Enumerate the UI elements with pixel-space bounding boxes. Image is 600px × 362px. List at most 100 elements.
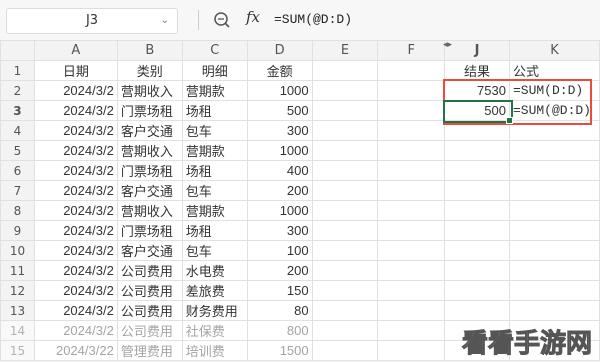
cell-formula-text[interactable]: =SUM(@D:D) (508, 100, 600, 121)
cell-detail[interactable]: 水电费 (181, 260, 248, 281)
cell-empty[interactable] (377, 160, 446, 181)
cell-empty[interactable] (377, 220, 446, 241)
row-header[interactable]: 13 (0, 300, 35, 321)
cell-category[interactable]: 门票场租 (116, 160, 183, 181)
cell-date[interactable]: 2024/3/2 (33, 180, 118, 201)
cell-formula-text[interactable]: =SUM(D:D) (508, 80, 600, 101)
chevron-down-icon[interactable]: ⌄ (161, 9, 169, 33)
cell-detail[interactable]: 场租 (181, 160, 248, 181)
cell-date[interactable]: 2024/3/22 (33, 340, 118, 361)
row-header[interactable]: 11 (0, 260, 35, 281)
cell-date[interactable]: 2024/3/2 (33, 260, 118, 281)
row-header[interactable]: 6 (0, 160, 35, 181)
cell-result[interactable] (444, 280, 510, 301)
cell-amount[interactable]: 200 (246, 180, 313, 201)
cell-category[interactable]: 管理费用 (116, 340, 183, 361)
cell-date[interactable]: 2024/3/2 (33, 220, 118, 241)
cell-result[interactable] (444, 160, 510, 181)
cell-empty[interactable] (311, 300, 379, 321)
cell-empty[interactable] (311, 240, 379, 261)
row-header[interactable]: 7 (0, 180, 35, 201)
cell-result[interactable]: 结果 (444, 60, 510, 81)
cell-result[interactable] (444, 260, 510, 281)
cell-date[interactable]: 2024/3/2 (33, 320, 118, 341)
cell-detail[interactable]: 包车 (181, 240, 248, 261)
formula-input[interactable]: =SUM(@D:D) (274, 8, 594, 32)
cell-amount[interactable]: 800 (246, 320, 313, 341)
cell-formula-text[interactable]: 公式 (508, 60, 600, 81)
cell-empty[interactable] (377, 240, 446, 261)
cell-empty[interactable] (377, 120, 446, 141)
row-header[interactable]: 2 (0, 80, 35, 101)
cell-formula-text[interactable] (508, 120, 600, 141)
cell-date[interactable]: 2024/3/2 (33, 280, 118, 301)
column-header-d[interactable]: D (246, 40, 313, 61)
name-box[interactable]: J3 ⌄ (6, 8, 178, 34)
cell-amount[interactable]: 80 (246, 300, 313, 321)
row-header[interactable]: 9 (0, 220, 35, 241)
cell-empty[interactable] (377, 100, 446, 121)
cell-result[interactable] (444, 220, 510, 241)
cell-amount[interactable]: 1000 (246, 140, 313, 161)
cell-empty[interactable] (311, 340, 379, 361)
row-header[interactable]: 14 (0, 320, 35, 341)
cell-empty[interactable] (311, 160, 379, 181)
cell-result[interactable] (444, 240, 510, 261)
cell-category[interactable]: 营期收入 (116, 200, 183, 221)
cell-detail[interactable]: 场租 (181, 100, 248, 121)
cell-category[interactable]: 营期收入 (116, 140, 183, 161)
cell-category[interactable]: 门票场租 (116, 220, 183, 241)
cell-empty[interactable] (311, 280, 379, 301)
cell-amount[interactable]: 1000 (246, 200, 313, 221)
cell-amount[interactable]: 1500 (246, 340, 313, 361)
cell-empty[interactable] (311, 320, 379, 341)
row-header[interactable]: 8 (0, 200, 35, 221)
cell-formula-text[interactable] (508, 160, 600, 181)
cell-category[interactable]: 公司费用 (116, 320, 183, 341)
cell-formula-text[interactable] (508, 240, 600, 261)
column-header-k[interactable]: K (508, 40, 600, 61)
column-header-c[interactable]: C (181, 40, 248, 61)
cell-date[interactable]: 2024/3/2 (33, 140, 118, 161)
cell-empty[interactable] (377, 80, 446, 101)
cell-empty[interactable] (311, 200, 379, 221)
cell-amount[interactable]: 1000 (246, 80, 313, 101)
cell-result[interactable] (444, 140, 510, 161)
column-header-a[interactable]: A (33, 40, 118, 61)
select-all-corner[interactable] (0, 40, 35, 61)
cell-empty[interactable] (377, 140, 446, 161)
cell-amount[interactable]: 300 (246, 120, 313, 141)
cell-date[interactable]: 2024/3/2 (33, 120, 118, 141)
cell-empty[interactable] (377, 340, 446, 361)
hidden-columns-marker[interactable]: ◂▸ (443, 40, 452, 50)
column-header-j[interactable]: J (444, 40, 510, 61)
cell-category[interactable]: 公司费用 (116, 300, 183, 321)
cell-amount[interactable]: 金额 (246, 60, 313, 81)
cell-amount[interactable]: 200 (246, 260, 313, 281)
cell-detail[interactable]: 营期款 (181, 200, 248, 221)
cell-formula-text[interactable] (508, 200, 600, 221)
row-header[interactable]: 12 (0, 280, 35, 301)
column-header-e[interactable]: E (311, 40, 379, 61)
cell-result[interactable] (444, 180, 510, 201)
cell-date[interactable]: 日期 (33, 60, 118, 81)
cell-amount[interactable]: 400 (246, 160, 313, 181)
row-header[interactable]: 1 (0, 60, 35, 81)
cell-detail[interactable]: 财务费用 (181, 300, 248, 321)
column-header-f[interactable]: F (377, 40, 446, 61)
cell-formula-text[interactable] (508, 180, 600, 201)
cell-detail[interactable]: 差旅费 (181, 280, 248, 301)
cell-detail[interactable]: 场租 (181, 220, 248, 241)
row-header[interactable]: 5 (0, 140, 35, 161)
fill-handle[interactable] (506, 117, 513, 124)
cell-amount[interactable]: 300 (246, 220, 313, 241)
cell-result[interactable] (444, 200, 510, 221)
cell-empty[interactable] (311, 120, 379, 141)
cell-empty[interactable] (377, 300, 446, 321)
cell-empty[interactable] (311, 100, 379, 121)
cell-date[interactable]: 2024/3/2 (33, 240, 118, 261)
cell-category[interactable]: 公司费用 (116, 280, 183, 301)
cell-empty[interactable] (377, 60, 446, 81)
cell-result[interactable] (444, 300, 510, 321)
row-header[interactable]: 3 (0, 100, 35, 121)
